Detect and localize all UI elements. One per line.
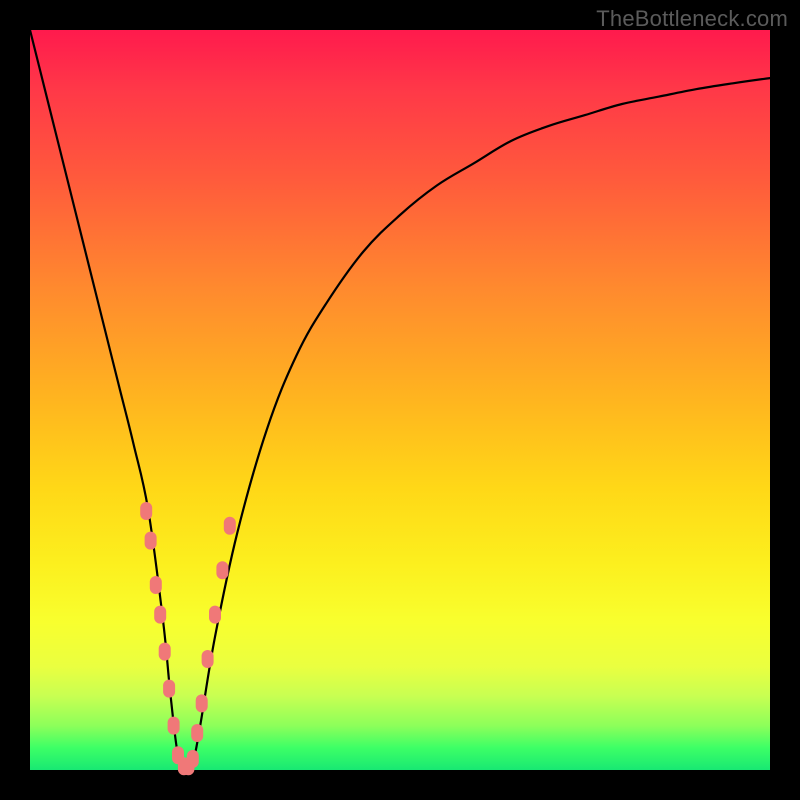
marker-dot — [209, 606, 221, 624]
plot-area — [30, 30, 770, 770]
watermark-text: TheBottleneck.com — [596, 6, 788, 32]
marker-dot — [196, 694, 208, 712]
marker-dot — [168, 717, 180, 735]
curve-markers — [140, 502, 236, 775]
marker-dot — [150, 576, 162, 594]
marker-dot — [154, 606, 166, 624]
curve-line — [30, 30, 770, 771]
marker-dot — [216, 561, 228, 579]
marker-dot — [187, 750, 199, 768]
marker-dot — [202, 650, 214, 668]
bottleneck-curve — [30, 30, 770, 770]
marker-dot — [191, 724, 203, 742]
marker-dot — [145, 532, 157, 550]
marker-dot — [140, 502, 152, 520]
marker-dot — [159, 643, 171, 661]
marker-dot — [163, 680, 175, 698]
chart-frame: TheBottleneck.com — [0, 0, 800, 800]
marker-dot — [224, 517, 236, 535]
